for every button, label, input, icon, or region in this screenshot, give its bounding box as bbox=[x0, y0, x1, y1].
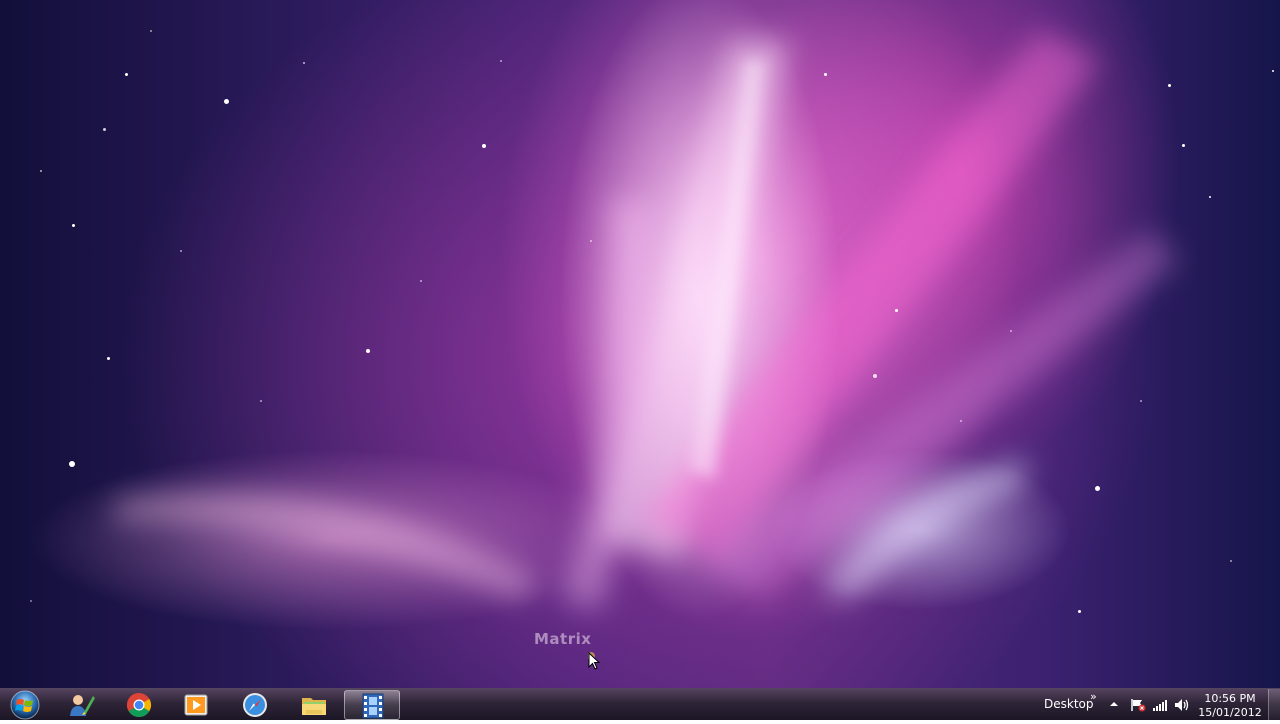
show-desktop-button[interactable] bbox=[1268, 689, 1280, 721]
star bbox=[590, 240, 592, 242]
star bbox=[1078, 610, 1081, 613]
windows-orb-icon bbox=[10, 690, 40, 720]
network-signal-icon[interactable] bbox=[1152, 698, 1168, 712]
user-accounts-icon bbox=[70, 695, 95, 716]
star bbox=[1095, 486, 1100, 491]
star bbox=[366, 349, 370, 353]
toolbar-chevron-icon[interactable]: » bbox=[1090, 690, 1097, 703]
star bbox=[303, 62, 305, 64]
volume-icon[interactable] bbox=[1174, 698, 1190, 712]
show-hidden-icons-arrow[interactable] bbox=[1108, 699, 1120, 709]
file-explorer-icon bbox=[302, 698, 326, 715]
star bbox=[1209, 196, 1211, 198]
desktop-wallpaper[interactable]: Matrix bbox=[0, 0, 1280, 688]
chrome-icon bbox=[126, 693, 152, 718]
star bbox=[824, 73, 827, 76]
matrix-gadget-label[interactable]: Matrix bbox=[534, 630, 591, 648]
star bbox=[1010, 330, 1012, 332]
star bbox=[150, 30, 152, 32]
clock-time[interactable]: 10:56 PM bbox=[1196, 692, 1264, 705]
video-editor-icon bbox=[362, 693, 384, 719]
action-center-flag-icon[interactable] bbox=[1130, 698, 1146, 712]
star bbox=[180, 250, 182, 252]
safari-icon bbox=[243, 693, 267, 717]
star bbox=[1168, 84, 1171, 87]
star bbox=[103, 128, 106, 131]
taskbar-button-safari[interactable] bbox=[227, 690, 283, 720]
star bbox=[1272, 70, 1274, 72]
star bbox=[873, 374, 877, 378]
star bbox=[260, 400, 262, 402]
aurora-wallpaper-graphic bbox=[110, 30, 1180, 610]
taskbar-button-media-player[interactable] bbox=[168, 690, 224, 720]
star bbox=[1140, 400, 1142, 402]
star bbox=[224, 99, 229, 104]
taskbar-button-file-explorer[interactable] bbox=[286, 690, 342, 720]
star bbox=[107, 357, 110, 360]
taskbar-button-user-accounts[interactable] bbox=[53, 690, 109, 720]
mouse-cursor-icon bbox=[588, 652, 601, 670]
star bbox=[40, 170, 42, 172]
star bbox=[125, 73, 128, 76]
star bbox=[420, 280, 422, 282]
media-player-icon bbox=[184, 694, 208, 716]
star bbox=[960, 420, 962, 422]
star bbox=[895, 309, 898, 312]
clock-date[interactable]: 15/01/2012 bbox=[1196, 706, 1264, 719]
star bbox=[1230, 560, 1232, 562]
star bbox=[482, 144, 486, 148]
star bbox=[500, 60, 502, 62]
star bbox=[72, 224, 75, 227]
star bbox=[1182, 144, 1185, 147]
star bbox=[69, 461, 75, 467]
star bbox=[30, 600, 32, 602]
taskbar-button-video-editor[interactable] bbox=[344, 690, 400, 720]
taskbar-button-chrome[interactable] bbox=[111, 690, 167, 720]
desktop-toolbar-label[interactable]: Desktop bbox=[1044, 697, 1094, 711]
start-button[interactable] bbox=[6, 690, 44, 720]
taskbar: Desktop » 10:56 PM 15/01/2012 bbox=[0, 688, 1280, 721]
